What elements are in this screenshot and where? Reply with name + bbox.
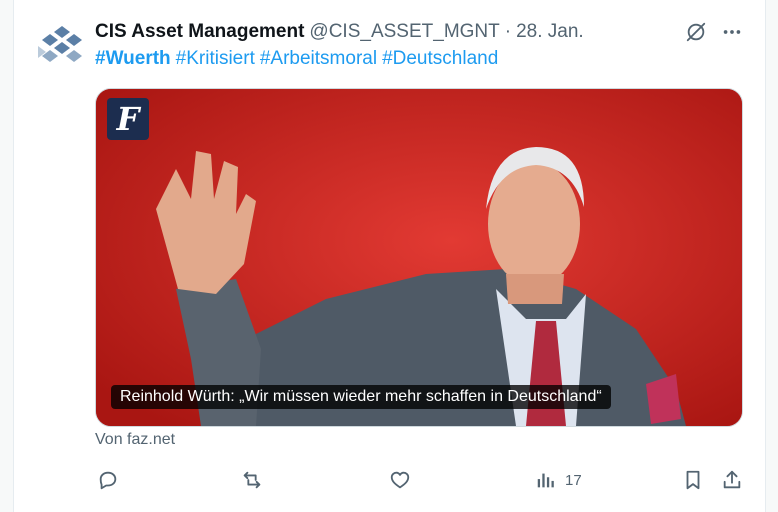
repost-icon <box>243 471 261 489</box>
cis-logo-icon[interactable] <box>36 24 88 68</box>
post-date[interactable]: 28. Jan. <box>516 21 584 43</box>
separator: · <box>504 21 512 42</box>
reply-icon <box>99 471 117 490</box>
share-button[interactable] <box>721 465 743 495</box>
article-photo <box>96 89 742 426</box>
author-handle[interactable]: @CIS_ASSET_MGNT <box>309 21 499 43</box>
like-icon <box>390 471 410 489</box>
grok-icon[interactable] <box>682 18 710 46</box>
bookmark-button[interactable] <box>682 465 704 495</box>
link-card-caption: Reinhold Würth: „Wir müssen wieder mehr … <box>111 385 611 409</box>
views-button[interactable]: 17 <box>535 465 582 495</box>
hashtags: #Wuerth #Kritisiert #Arbeitsmoral #Deutschl… <box>95 48 503 70</box>
reply-button[interactable] <box>97 465 119 495</box>
post-card[interactable]: CIS Asset Management @CIS_ASSET_MGNT · 2… <box>13 0 766 512</box>
views-icon <box>537 473 554 488</box>
repost-button[interactable] <box>241 465 263 495</box>
hashtag-link[interactable]: #Arbeitsmoral <box>260 48 377 69</box>
hashtag-link[interactable]: #Wuerth <box>95 48 171 69</box>
hashtag-link[interactable]: #Deutschland <box>382 48 498 69</box>
more-icon[interactable] <box>718 18 746 46</box>
link-source[interactable]: Von faz.net <box>95 431 175 449</box>
share-icon <box>723 470 741 489</box>
post-header: CIS Asset Management @CIS_ASSET_MGNT · 2… <box>95 20 584 44</box>
like-button[interactable] <box>389 465 411 495</box>
faz-logo: F <box>107 98 149 140</box>
link-card-image[interactable]: F Reinhold Würth: „Wir müssen wieder meh… <box>95 88 743 427</box>
views-count: 17 <box>565 471 582 489</box>
author-name[interactable]: CIS Asset Management <box>95 21 304 43</box>
post-actions: 17 <box>95 465 745 495</box>
bookmark-icon <box>686 470 700 490</box>
hashtag-link[interactable]: #Kritisiert <box>176 48 255 69</box>
